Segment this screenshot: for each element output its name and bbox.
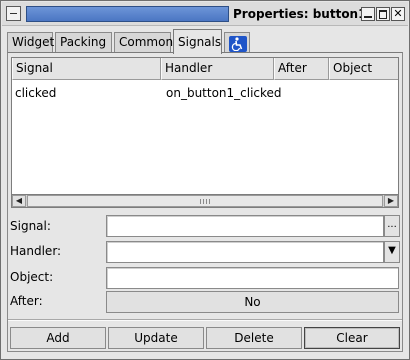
delete-button[interactable]: Delete bbox=[206, 327, 302, 349]
after-label: After: bbox=[10, 294, 43, 308]
maximize-icon[interactable] bbox=[376, 7, 390, 21]
table-row[interactable]: clicked on_button1_clicked bbox=[12, 83, 398, 103]
tab-widget[interactable]: Widget bbox=[7, 32, 54, 53]
scroll-right-icon[interactable]: ▶ bbox=[384, 195, 398, 207]
add-button[interactable]: Add bbox=[10, 327, 106, 349]
column-header-signal[interactable]: Signal bbox=[12, 58, 161, 80]
close-icon[interactable]: ✕ bbox=[391, 7, 405, 21]
cell-handler: on_button1_clicked bbox=[166, 86, 282, 100]
column-header-object[interactable]: Object bbox=[329, 58, 398, 80]
ellipsis-icon: ... bbox=[387, 219, 397, 230]
accessibility-icon bbox=[229, 36, 247, 52]
title-bar[interactable]: Properties: button1 ✕ bbox=[2, 2, 408, 26]
horizontal-scrollbar[interactable]: ◀ ▶ bbox=[11, 194, 399, 208]
cell-after bbox=[274, 83, 329, 103]
tab-signals[interactable]: Signals bbox=[173, 29, 222, 54]
scroll-left-icon[interactable]: ◀ bbox=[12, 195, 26, 207]
table-header: Signal Handler After Object bbox=[12, 58, 398, 80]
signal-label: Signal: bbox=[10, 219, 51, 233]
column-header-handler[interactable]: Handler bbox=[161, 58, 274, 80]
handler-label: Handler: bbox=[10, 244, 62, 258]
chevron-down-icon: ▼ bbox=[388, 245, 396, 256]
grip-icon bbox=[200, 199, 210, 204]
properties-window: Properties: button1 ✕ Widget Packing Com… bbox=[0, 0, 410, 360]
signal-field[interactable] bbox=[106, 215, 384, 237]
window-title: Properties: button1 bbox=[233, 7, 367, 21]
signal-chooser-button[interactable]: ... bbox=[384, 215, 400, 237]
minimize-icon[interactable] bbox=[361, 7, 375, 21]
signals-page: Signal Handler After Object clicked on_b… bbox=[7, 52, 403, 352]
handler-field[interactable] bbox=[106, 241, 384, 263]
signals-table[interactable]: Signal Handler After Object clicked on_b… bbox=[11, 57, 399, 207]
divider bbox=[8, 319, 402, 321]
scrollbar-thumb[interactable] bbox=[27, 195, 383, 207]
object-label: Object: bbox=[10, 270, 54, 284]
column-header-after[interactable]: After bbox=[274, 58, 329, 80]
update-button[interactable]: Update bbox=[108, 327, 204, 349]
cell-signal: clicked bbox=[15, 86, 57, 100]
title-bar-accent bbox=[26, 6, 229, 22]
object-field[interactable] bbox=[106, 267, 399, 289]
after-toggle-button[interactable]: No bbox=[106, 291, 399, 313]
tab-accessibility[interactable] bbox=[224, 32, 250, 53]
cell-object bbox=[329, 83, 398, 103]
handler-dropdown-button[interactable]: ▼ bbox=[384, 241, 400, 263]
window-menu-icon[interactable] bbox=[6, 6, 21, 21]
tab-packing[interactable]: Packing bbox=[55, 32, 112, 53]
tab-common[interactable]: Common bbox=[114, 32, 173, 53]
clear-button[interactable]: Clear bbox=[304, 327, 400, 349]
